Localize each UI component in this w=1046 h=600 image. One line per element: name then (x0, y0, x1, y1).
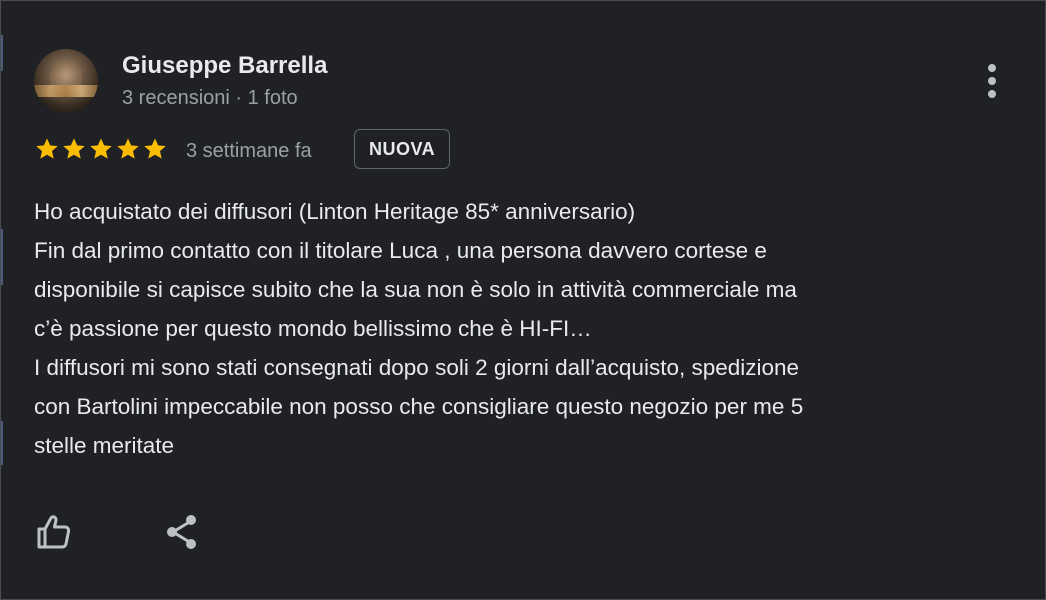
author-name[interactable]: Giuseppe Barrella (122, 52, 327, 80)
star-icon (90, 138, 112, 159)
star-icon (117, 138, 139, 159)
more-vert-icon (988, 64, 996, 72)
review-text-line: Fin dal primo contatto con il titolare L… (34, 238, 767, 263)
more-options-button[interactable] (976, 62, 1008, 100)
window-edge-highlight (1, 229, 3, 285)
review-text-line: stelle meritate (34, 433, 175, 458)
star-rating (34, 136, 168, 166)
avatar-detail (34, 85, 98, 97)
star-icon (63, 138, 85, 159)
review-text: Ho acquistato dei diffusori (Linton Heri… (34, 192, 1024, 465)
avatar[interactable] (34, 49, 98, 113)
author-meta: 3 recensioni · 1 foto (122, 87, 298, 109)
share-icon (167, 515, 196, 549)
more-vert-icon (988, 90, 996, 98)
more-vert-icon (988, 77, 996, 85)
new-badge: NUOVA (354, 129, 451, 169)
review-text-line: I diffusori mi sono stati consegnati dop… (34, 355, 800, 380)
thumb-up-icon (37, 515, 71, 549)
window-edge-highlight (1, 421, 3, 465)
share-button[interactable] (162, 512, 202, 552)
window-edge-highlight (1, 35, 3, 71)
review-text-line: con Bartolini impeccabile non posso che … (34, 394, 804, 419)
like-button[interactable] (34, 512, 74, 552)
star-icon (144, 138, 166, 159)
review-text-line: disponibile si capisce subito che la sua… (34, 277, 797, 302)
star-icon (36, 138, 58, 159)
review-time: 3 settimane fa (186, 140, 312, 162)
review-text-line: Ho acquistato dei diffusori (Linton Heri… (34, 199, 636, 224)
review-text-line: c’è passione per questo mondo bellissimo… (34, 316, 592, 341)
